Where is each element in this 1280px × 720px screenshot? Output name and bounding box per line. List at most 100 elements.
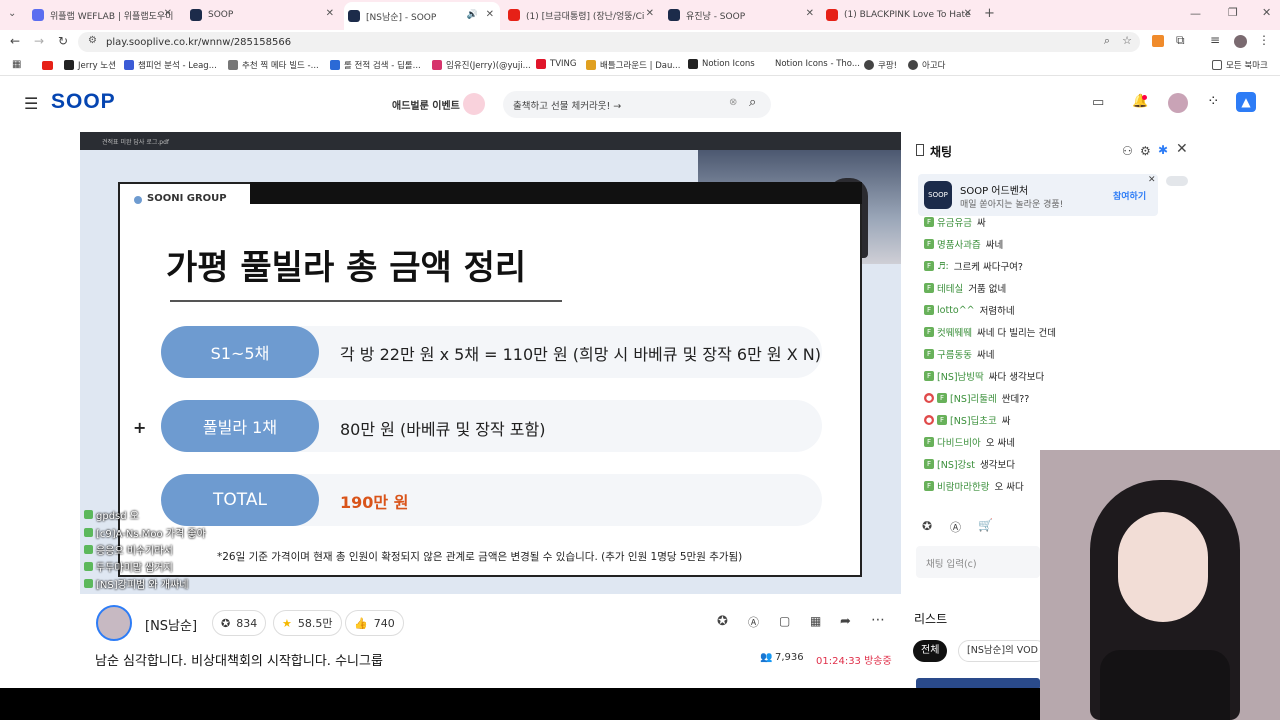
maximize-icon[interactable]: ❐ — [1228, 6, 1238, 19]
menu-icon[interactable]: ⋮ — [1258, 33, 1270, 47]
back-icon[interactable]: ← — [10, 34, 20, 48]
chat-username[interactable]: [NS]리둘레 — [950, 391, 997, 405]
bookmark-notion-icons-tho[interactable]: Notion Icons - Tho... — [775, 59, 860, 69]
bookmark-instagram[interactable]: 임유진(Jerry)(@yuji... — [432, 59, 531, 71]
chat-collapse-icon[interactable] — [916, 144, 924, 156]
search-input[interactable]: 출책하고 선물 체커라웃! → — [513, 98, 621, 112]
chat-close-icon[interactable]: ✕ — [1176, 141, 1188, 157]
chat-pin-icon[interactable]: ✱ — [1158, 143, 1168, 157]
favorite-icon[interactable]: ✪ — [717, 614, 728, 629]
close-icon[interactable]: ✕ — [164, 8, 172, 19]
url-bar[interactable]: ⚙ play.sooplive.co.kr/wnnw/285158566 ⌕ ☆ — [78, 32, 1140, 52]
chat-username[interactable]: 구름동동 — [937, 347, 972, 361]
chat-username[interactable]: lotto^^ — [937, 305, 975, 316]
streamer-name[interactable]: [NS남순] — [145, 615, 197, 634]
profile-avatar[interactable] — [1234, 35, 1247, 48]
apps-grid-icon[interactable]: ▦ — [12, 59, 21, 70]
chat-username[interactable]: [NS]강st — [937, 457, 975, 471]
search-box[interactable]: 출책하고 선물 체커라웃! → ⊗ ⌕ — [503, 91, 771, 118]
hamburger-menu-icon[interactable]: ☰ — [24, 94, 38, 113]
new-tab-icon[interactable]: + — [984, 6, 995, 21]
tab-youtube-blackpink[interactable]: (1) BLACKPINK Love To Hate ✕ — [822, 3, 978, 27]
chat-title: 채팅 — [930, 145, 953, 159]
row-label-total: TOTAL — [161, 474, 319, 526]
list-tab-vod[interactable]: [NS남순]의 VOD — [958, 640, 1047, 662]
speaker-icon[interactable]: 🔊 — [467, 10, 478, 20]
tab-ns-soop[interactable]: [NS남순] - SOOP 🔊 ✕ — [344, 2, 500, 30]
more-apps-icon[interactable]: ⁘ — [1207, 92, 1220, 110]
chat-username[interactable]: [NS]남빙딱 — [937, 369, 984, 383]
chat-username[interactable]: 명품사과즙 — [937, 237, 981, 251]
forward-icon[interactable]: → — [34, 34, 44, 48]
bookmark-coupang[interactable]: 쿠팡! — [864, 59, 897, 71]
close-icon[interactable]: ✕ — [964, 8, 972, 19]
calendar-icon[interactable]: ▦ — [810, 614, 821, 628]
chat-username[interactable]: 컷뛔뛔뛔 — [937, 325, 972, 339]
ad-join-button[interactable]: 참여하기 — [1113, 189, 1146, 202]
bookmark-jerry-notion[interactable]: Jerry 노션 — [64, 59, 116, 71]
bookmark-tving[interactable]: TVING — [536, 59, 576, 69]
bookmark-star-icon[interactable]: ☆ — [1122, 34, 1132, 47]
clip-icon[interactable]: ▢ — [779, 614, 790, 628]
share-icon[interactable]: ➦ — [840, 614, 851, 629]
youtube-icon[interactable] — [42, 61, 53, 70]
broadcast-icon[interactable]: ▭ — [1092, 95, 1104, 110]
ad-balloon-icon[interactable]: Ⓐ — [950, 519, 961, 535]
chat-username[interactable]: 다비드비아 — [937, 435, 981, 449]
chat-username[interactable]: 비람마라한랑 — [937, 479, 989, 493]
chat-input[interactable]: 채팅 입력(c) — [916, 546, 1040, 578]
extension-icon[interactable] — [1152, 35, 1164, 47]
bookmark-count-button[interactable]: ✪ 834 — [212, 610, 267, 636]
chat-ad-banner[interactable]: SOOP SOOP 어드벤처 매일 쏟아지는 놀라운 경품! 참여하기 ✕ — [918, 174, 1158, 216]
tab-soop[interactable]: SOOP ✕ — [186, 3, 340, 27]
bookmark-notion-icons[interactable]: Notion Icons — [688, 59, 755, 69]
extensions-puzzle-icon[interactable]: ⧉ — [1176, 33, 1185, 48]
bookmark-agoda[interactable]: 아고다 — [908, 59, 945, 71]
search-icon[interactable]: ⌕ — [749, 95, 756, 110]
chat-toggle[interactable] — [1166, 176, 1188, 186]
clear-icon[interactable]: ⊗ — [729, 97, 737, 108]
streamer-avatar[interactable] — [96, 605, 132, 641]
chat-username[interactable]: [NS]딥초코 — [950, 413, 997, 427]
bookmark-deeplol[interactable]: 롤 전적 검색 - 딥롤... — [330, 59, 421, 71]
event-balloon-icon[interactable] — [463, 93, 485, 115]
like-button[interactable]: 👍 740 — [345, 610, 404, 636]
tab-yujin-soop[interactable]: 유진냥 - SOOP ✕ — [664, 3, 820, 27]
tab-youtube-bgm[interactable]: (1) [브금대통령] (장난/엉뚱/Ci ✕ — [504, 3, 660, 27]
bookmark-all-folder[interactable]: 모든 북마크 — [1212, 59, 1268, 71]
chat-username[interactable]: 테테실 — [937, 281, 963, 295]
chat-username[interactable]: ♬: — [937, 261, 949, 272]
reload-icon[interactable]: ↻ — [58, 34, 68, 48]
more-options-icon[interactable]: ⋯ — [871, 612, 885, 628]
star-balloon-icon[interactable]: ✪ — [922, 519, 932, 533]
chat-username[interactable]: 유금유금 — [937, 215, 972, 229]
bookmark-build[interactable]: 추천 찍 메타 빌드 -... — [228, 59, 319, 71]
bookmark-champion[interactable]: 챔피언 분석 - Leag... — [124, 59, 217, 71]
site-info-icon[interactable]: ⚙ — [88, 35, 97, 46]
close-window-icon[interactable]: ✕ — [1262, 6, 1271, 19]
close-icon[interactable]: ✕ — [326, 8, 334, 19]
minimize-icon[interactable]: — — [1190, 7, 1201, 20]
ad-close-icon[interactable]: ✕ — [1148, 175, 1156, 185]
tab-search-icon[interactable]: ⌄ — [8, 8, 16, 19]
ad-icon[interactable]: Ⓐ — [748, 614, 759, 630]
close-icon[interactable]: ✕ — [646, 8, 654, 19]
bookmark-label: 모든 북마크 — [1226, 61, 1268, 71]
media-icon[interactable]: ≡ — [1210, 33, 1220, 47]
viewer-count: 7,936 — [775, 652, 804, 663]
event-label[interactable]: 애드벌룬 이벤트 — [392, 97, 460, 112]
chat-users-icon[interactable]: ⚇ — [1122, 144, 1133, 158]
bookmark-battlegrounds[interactable]: 배틀그라운드 | Dau... — [586, 59, 680, 71]
list-tab-all[interactable]: 전체 — [913, 640, 948, 662]
soop-logo[interactable]: SOOP — [51, 90, 116, 114]
chat-settings-icon[interactable]: ⚙ — [1140, 144, 1151, 158]
zoom-icon[interactable]: ⌕ — [1104, 34, 1110, 48]
shop-cart-icon[interactable]: 🛒 — [978, 518, 993, 532]
close-icon[interactable]: ✕ — [806, 8, 814, 19]
fan-badge-icon — [84, 528, 93, 537]
close-icon[interactable]: ✕ — [486, 9, 494, 20]
tab-weflab[interactable]: 위플랩 WEFLAB | 위플랩도우미 ✕ — [28, 3, 178, 27]
star-balloon-button[interactable]: ★ 58.5만 — [273, 610, 342, 636]
user-avatar[interactable] — [1168, 93, 1188, 113]
upload-icon[interactable]: ▲ — [1236, 92, 1256, 112]
